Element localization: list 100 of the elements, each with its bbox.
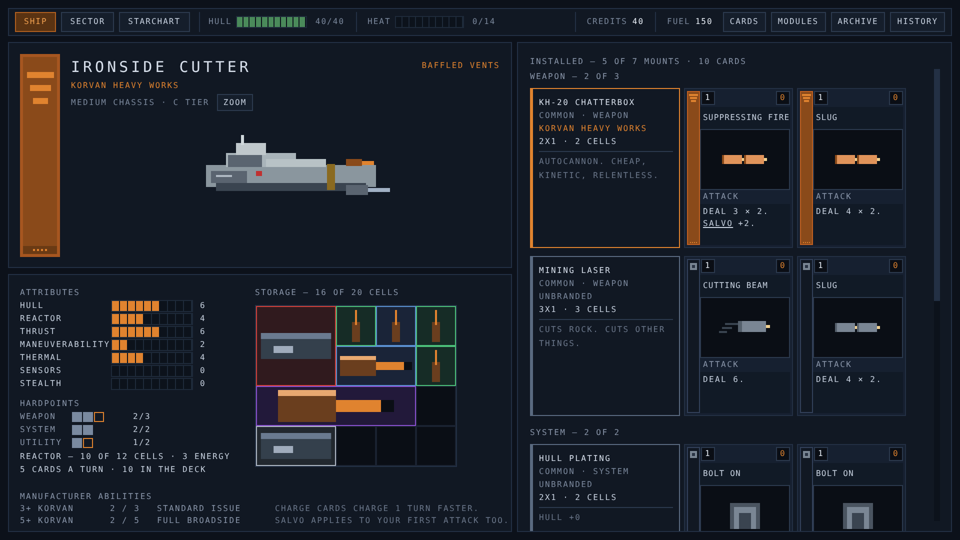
square-icon <box>803 451 810 458</box>
attribute-value: 6 <box>200 326 206 338</box>
storage-item[interactable] <box>416 306 456 346</box>
section-heading: MANUFACTURER ABILITIES <box>20 491 154 503</box>
stat-label: CREDITS <box>586 16 628 28</box>
nav-button[interactable]: CARDS <box>722 12 766 32</box>
card-name: BOLT ON <box>813 463 903 485</box>
ability-card[interactable]: 1 0 SUPPRESSING FIRE ATTACK DEAL 3 × 2. SALVO +2. <box>684 88 793 248</box>
section-heading: ATTRIBUTES <box>20 287 82 299</box>
cost-badge: 1 <box>814 259 828 273</box>
module-size: 2X1 · 2 CELLS <box>539 136 618 148</box>
ship-trait: BAFFLED VENTS <box>422 60 500 72</box>
shell-icon <box>432 310 440 342</box>
storage-item[interactable] <box>256 306 336 386</box>
ability-count: 2 / 3 <box>110 503 142 515</box>
attribute-value: 2 <box>200 338 206 350</box>
nav-tab[interactable]: STARCHART <box>119 12 190 32</box>
hardpoint-value: 2/2 <box>133 424 152 436</box>
module-card[interactable]: KH-20 CHATTERBOX COMMON · WEAPON KORVAN HEAVY WORKS 2X1 · 2 CELLS AUTOCANNON. CHEAP, KINETIC, RELENTLESS. <box>530 88 680 248</box>
stack-icon <box>802 94 811 102</box>
laser-icon <box>719 320 771 334</box>
nav-button[interactable]: MODULES <box>770 12 826 32</box>
cannon-icon <box>278 390 394 422</box>
section-heading: WEAPON — 2 OF 3 <box>530 71 622 83</box>
storage-item[interactable] <box>256 386 416 426</box>
ability-name: STANDARD ISSUE <box>157 503 242 515</box>
ability-card[interactable]: 1 0 CUTTING BEAM ATTACK DEAL 6. <box>684 256 793 416</box>
plate-icon <box>730 502 760 528</box>
module-card[interactable]: MINING LASER COMMON · WEAPON UNBRANDED 3X1 · 3 CELLS CUTS ROCK. CUTS OTHER THINGS. <box>530 256 680 416</box>
ship-maker: KORVAN HEAVY WORKS <box>71 80 180 92</box>
storage-item[interactable] <box>336 346 416 386</box>
module-card[interactable]: HULL PLATING COMMON · SYSTEM UNBRANDED 2X1 · 2 CELLS HULL +0 <box>530 444 680 531</box>
cost-badge: 1 <box>814 447 828 461</box>
storage-item[interactable] <box>376 306 416 346</box>
module-size: 2X1 · 2 CELLS <box>539 492 618 504</box>
zoom-button[interactable]: ZOOM <box>217 94 253 111</box>
attribute-value: 0 <box>200 364 206 376</box>
storage-item[interactable] <box>256 426 336 466</box>
section-heading: INSTALLED — 5 OF 7 MOUNTS · 10 CARDS <box>530 56 748 68</box>
card-name: CUTTING BEAM <box>700 275 790 297</box>
shells-icon <box>835 155 881 164</box>
shell-icon <box>392 310 400 342</box>
cannon-icon <box>340 356 412 376</box>
card-text: +2. <box>738 218 756 230</box>
ship-name: IRONSIDE CUTTER <box>71 60 252 75</box>
attribute-name: REACTOR <box>20 312 64 324</box>
attribute-value: 0 <box>200 378 206 390</box>
stat-value: 40 <box>632 16 644 28</box>
nav-tab[interactable]: SECTOR <box>61 12 114 32</box>
stat-label: HULL <box>208 16 232 28</box>
module-maker: UNBRANDED <box>539 479 594 491</box>
card-text: DEAL 4 × 2. <box>816 374 884 386</box>
storage-item[interactable] <box>336 306 376 346</box>
ability-source: 3+ KORVAN <box>20 503 76 515</box>
card-name: SLUG <box>813 275 903 297</box>
card-name: SLUG <box>813 107 903 129</box>
stat-value: 40/40 <box>315 16 345 28</box>
card-name: BOLT ON <box>700 463 790 485</box>
plate-icon <box>843 502 873 528</box>
module-maker: UNBRANDED <box>539 291 594 303</box>
ability-card[interactable]: 1 0 SLUG ATTACK DEAL 4 × 2. <box>797 256 906 416</box>
ability-card[interactable]: 1 0 BOLT ON <box>797 444 906 531</box>
shells-icon <box>722 155 768 164</box>
reactor-summary: REACTOR — 10 OF 12 CELLS · 3 ENERGY <box>20 451 232 463</box>
storage-item[interactable] <box>416 346 456 386</box>
ability-source: 5+ KORVAN <box>20 515 76 527</box>
cost-badge: 1 <box>701 259 715 273</box>
shells-icon <box>835 323 881 332</box>
attribute-name: HULL <box>20 300 46 312</box>
nav-button[interactable]: HISTORY <box>890 12 946 32</box>
module-rarity: COMMON · WEAPON <box>539 110 630 122</box>
square-icon <box>803 263 810 270</box>
ship-chassis: MEDIUM CHASSIS · C TIER <box>71 96 210 108</box>
card-text: DEAL 3 × 2. <box>703 206 770 218</box>
module-name: KH-20 CHATTERBOX <box>539 97 636 109</box>
stack-icon <box>689 94 698 102</box>
card-text: DEAL 6. <box>703 374 746 386</box>
stat-label: FUEL <box>667 16 690 28</box>
hardpoint-value: 2/3 <box>133 410 152 422</box>
nav-tab[interactable]: SHIP <box>15 12 56 32</box>
module-rarity: COMMON · WEAPON <box>539 278 630 290</box>
stat-value: 0/14 <box>472 16 496 28</box>
square-icon <box>690 263 697 270</box>
card-text: DEAL 4 × 2. <box>816 206 884 218</box>
module-name: HULL PLATING <box>539 453 612 465</box>
attribute-name: STEALTH <box>20 378 64 390</box>
module-description: HULL +0 <box>539 512 582 524</box>
hardpoint-name: UTILITY <box>20 436 64 448</box>
charge-badge: 0 <box>776 259 790 273</box>
hardpoint-name: SYSTEM <box>20 424 58 436</box>
charge-badge: 0 <box>889 259 903 273</box>
attribute-name: THERMAL <box>20 352 64 364</box>
charge-badge: 0 <box>889 447 903 461</box>
section-heading: STORAGE — 16 OF 20 CELLS <box>255 287 400 299</box>
keyword-link[interactable]: SALVO <box>703 218 734 230</box>
ability-card[interactable]: 1 0 BOLT ON <box>684 444 793 531</box>
cost-badge: 1 <box>701 447 715 461</box>
module-name: MINING LASER <box>539 265 612 277</box>
ability-card[interactable]: 1 0 SLUG ATTACK DEAL 4 × 2. <box>797 88 906 248</box>
nav-button[interactable]: ARCHIVE <box>830 12 886 32</box>
